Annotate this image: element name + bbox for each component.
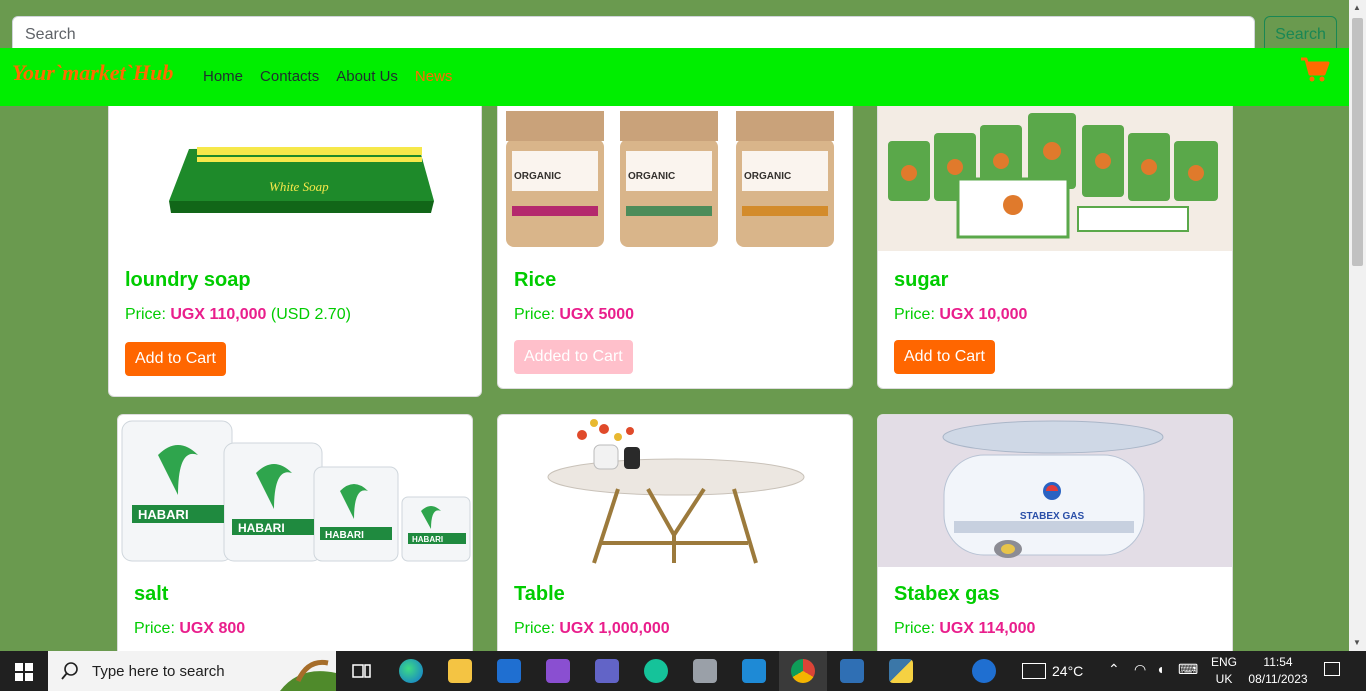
nav-contacts-link[interactable]: Contacts <box>260 68 319 85</box>
python-icon[interactable] <box>889 659 913 683</box>
chevron-up-icon[interactable]: ⌃ <box>1108 661 1120 678</box>
add-to-cart-button[interactable]: Add to Cart <box>894 340 995 374</box>
page-scrollbar[interactable]: ▲ ▼ <box>1349 0 1366 652</box>
gas-image: STABEX GAS <box>878 415 1232 567</box>
product-title: loundry soap <box>125 269 251 291</box>
help-icon[interactable] <box>972 659 996 683</box>
brand-logo[interactable]: Your`market`Hub <box>12 60 179 86</box>
keyboard-icon[interactable]: ⌨ <box>1178 661 1198 678</box>
language-top[interactable]: ENG <box>1210 655 1238 669</box>
scroll-thumb[interactable] <box>1352 18 1363 266</box>
svg-text:ORGANIC: ORGANIC <box>514 171 561 182</box>
product-title: salt <box>134 583 169 605</box>
added-to-cart-button[interactable]: Added to Cart <box>514 340 633 374</box>
language-bottom[interactable]: UK <box>1210 672 1238 686</box>
clock-time[interactable]: 11:54 <box>1248 655 1308 669</box>
navbar: Your`market`Hub Home Contacts About Us N… <box>0 48 1349 106</box>
taskbar-search-text: Type here to search <box>92 662 225 680</box>
chrome-icon[interactable] <box>791 659 815 683</box>
product-price: Price: UGX 800 <box>134 620 246 637</box>
product-card-sugar: sugar Price: UGX 10,000 Add to Cart <box>877 90 1233 389</box>
svg-text:White Soap: White Soap <box>269 179 329 194</box>
database-icon[interactable] <box>693 659 717 683</box>
scroll-up-arrow-icon[interactable]: ▲ <box>1353 3 1361 12</box>
nav-news-link[interactable]: News <box>415 68 453 85</box>
product-title: Rice <box>514 269 557 291</box>
scroll-down-arrow-icon[interactable]: ▼ <box>1353 638 1361 647</box>
product-title: sugar <box>894 269 949 291</box>
visual-studio-icon[interactable] <box>546 659 570 683</box>
wifi-icon[interactable]: ◠ <box>1134 661 1146 678</box>
photos-icon[interactable] <box>840 659 864 683</box>
cart-icon[interactable] <box>1300 56 1330 89</box>
product-price: Price: UGX 1,000,000 <box>514 620 670 637</box>
product-title: Stabex gas <box>894 583 1000 605</box>
nav-about-link[interactable]: About Us <box>336 68 398 85</box>
vscode-icon[interactable] <box>742 659 766 683</box>
rice-image: ORGANIC ORGANIC ORGANIC <box>498 91 852 251</box>
windows-start-icon[interactable] <box>15 663 33 686</box>
salt-image: HABARI HABARI HABARI HABARI <box>118 415 472 567</box>
svg-text:HABARI: HABARI <box>138 507 189 522</box>
mail-icon[interactable] <box>497 659 521 683</box>
product-card-gas: STABEX GAS Stabex gas Price: UGX 114,000 <box>877 414 1233 674</box>
search-icon <box>61 662 78 680</box>
weather-icon[interactable] <box>1022 663 1046 679</box>
task-view-icon[interactable] <box>350 659 374 683</box>
product-price: Price: UGX 110,000 (USD 2.70) <box>125 306 351 323</box>
svg-text:HABARI: HABARI <box>412 535 443 544</box>
teams-icon[interactable] <box>595 659 619 683</box>
sugar-image <box>878 91 1232 251</box>
product-card-salt: HABARI HABARI HABARI HABARI salt Price: … <box>117 414 473 674</box>
product-card-soap: White Soap loundry soap Price: UGX 110,0… <box>108 90 482 397</box>
table-image <box>498 415 852 567</box>
product-card-table: Table Price: UGX 1,000,000 <box>497 414 853 674</box>
svg-text:STABEX GAS: STABEX GAS <box>1020 511 1085 522</box>
svg-text:ORGANIC: ORGANIC <box>628 171 675 182</box>
soap-image: White Soap <box>109 91 481 251</box>
notification-icon[interactable] <box>1324 662 1340 676</box>
product-title: Table <box>514 583 565 605</box>
nav-links: Home Contacts About Us News <box>203 68 452 85</box>
svg-text:HABARI: HABARI <box>325 530 364 541</box>
taskbar-search-box[interactable]: Type here to search <box>48 651 336 691</box>
product-price: Price: UGX 114,000 <box>894 620 1036 637</box>
product-card-rice: ORGANIC ORGANIC ORGANIC Rice Price: UGX … <box>497 90 853 389</box>
search-highlight-icon <box>280 659 336 691</box>
weather-temp[interactable]: 24°C <box>1052 663 1083 679</box>
clock-date[interactable]: 08/11/2023 <box>1244 672 1312 686</box>
product-price: Price: UGX 10,000 <box>894 306 1028 323</box>
volume-icon[interactable]: ◖ <box>1156 661 1164 677</box>
edge-browser-icon[interactable] <box>399 659 423 683</box>
grammarly-icon[interactable] <box>644 659 668 683</box>
product-price: Price: UGX 5000 <box>514 306 635 323</box>
svg-text:ORGANIC: ORGANIC <box>744 171 791 182</box>
svg-text:HABARI: HABARI <box>238 521 285 535</box>
file-explorer-icon[interactable] <box>448 659 472 683</box>
nav-home-link[interactable]: Home <box>203 68 243 85</box>
add-to-cart-button[interactable]: Add to Cart <box>125 342 226 376</box>
windows-taskbar: Type here to search 24°C ⌃ ◠ ◖ ⌨ ENG UK … <box>0 651 1366 691</box>
